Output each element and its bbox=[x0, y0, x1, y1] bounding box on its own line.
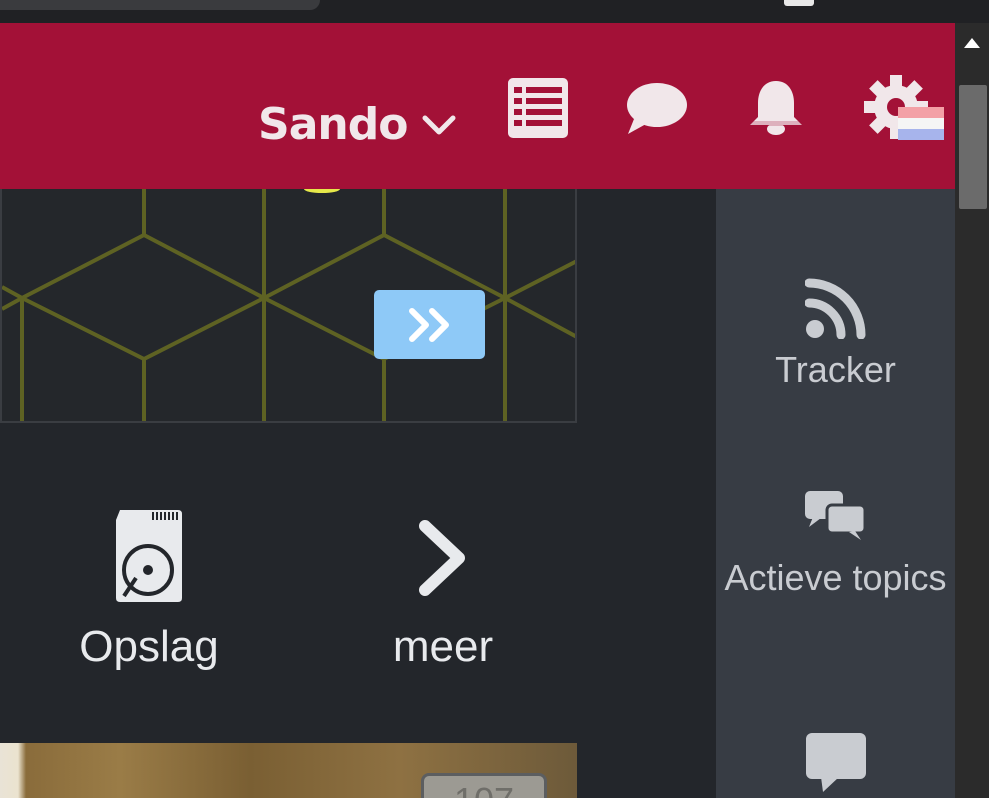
double-chevron-right-icon bbox=[408, 307, 449, 342]
rss-icon bbox=[804, 278, 865, 339]
triangle-up-icon bbox=[964, 38, 980, 48]
bell-icon[interactable] bbox=[746, 77, 806, 137]
site-header: Sando bbox=[0, 23, 955, 189]
sidebar-item-tracker[interactable]: Tracker bbox=[716, 277, 955, 391]
game-board bbox=[0, 189, 577, 423]
shortcut-opslag[interactable]: Opslag bbox=[60, 508, 238, 672]
chat-bubble-icon[interactable] bbox=[626, 81, 688, 135]
shortcut-meer[interactable]: meer bbox=[372, 518, 514, 672]
hard-drive-icon bbox=[116, 510, 182, 602]
browser-top-strip bbox=[0, 0, 989, 23]
sidebar-item-label-line2: topics bbox=[852, 557, 947, 598]
chevron-right-icon bbox=[419, 520, 465, 596]
vertical-scrollbar[interactable] bbox=[955, 23, 989, 798]
sidebar-item-label: Tracker bbox=[775, 349, 896, 390]
scrollbar-thumb[interactable] bbox=[959, 85, 987, 209]
username: Sando bbox=[258, 99, 408, 150]
board-grid bbox=[2, 189, 575, 421]
chat-bubbles-icon bbox=[804, 491, 866, 540]
next-button[interactable] bbox=[374, 290, 485, 359]
sidebar-item-label-line1: Actieve bbox=[724, 557, 843, 598]
dutch-flag-icon[interactable] bbox=[898, 107, 944, 140]
comment-icon bbox=[805, 733, 866, 792]
chevron-down-icon bbox=[422, 115, 456, 134]
right-sidebar: Tracker Actieve topics bbox=[716, 189, 955, 798]
page: Sando Opslag meer Tracker Actieve topics bbox=[0, 0, 989, 798]
browser-tab[interactable] bbox=[0, 0, 320, 10]
shortcut-label: Opslag bbox=[79, 622, 219, 671]
user-menu[interactable]: Sando bbox=[258, 99, 457, 150]
list-icon[interactable] bbox=[507, 77, 569, 139]
photo-thumbnail[interactable]: 107 bbox=[0, 743, 577, 798]
shortcut-label: meer bbox=[392, 622, 494, 671]
extension-icon[interactable] bbox=[784, 0, 814, 6]
sidebar-item-actieve-topics[interactable]: Actieve topics bbox=[716, 489, 955, 599]
count-badge: 107 bbox=[421, 773, 547, 798]
sidebar-item-comments[interactable] bbox=[716, 732, 955, 792]
scroll-up-arrow[interactable] bbox=[955, 23, 989, 63]
